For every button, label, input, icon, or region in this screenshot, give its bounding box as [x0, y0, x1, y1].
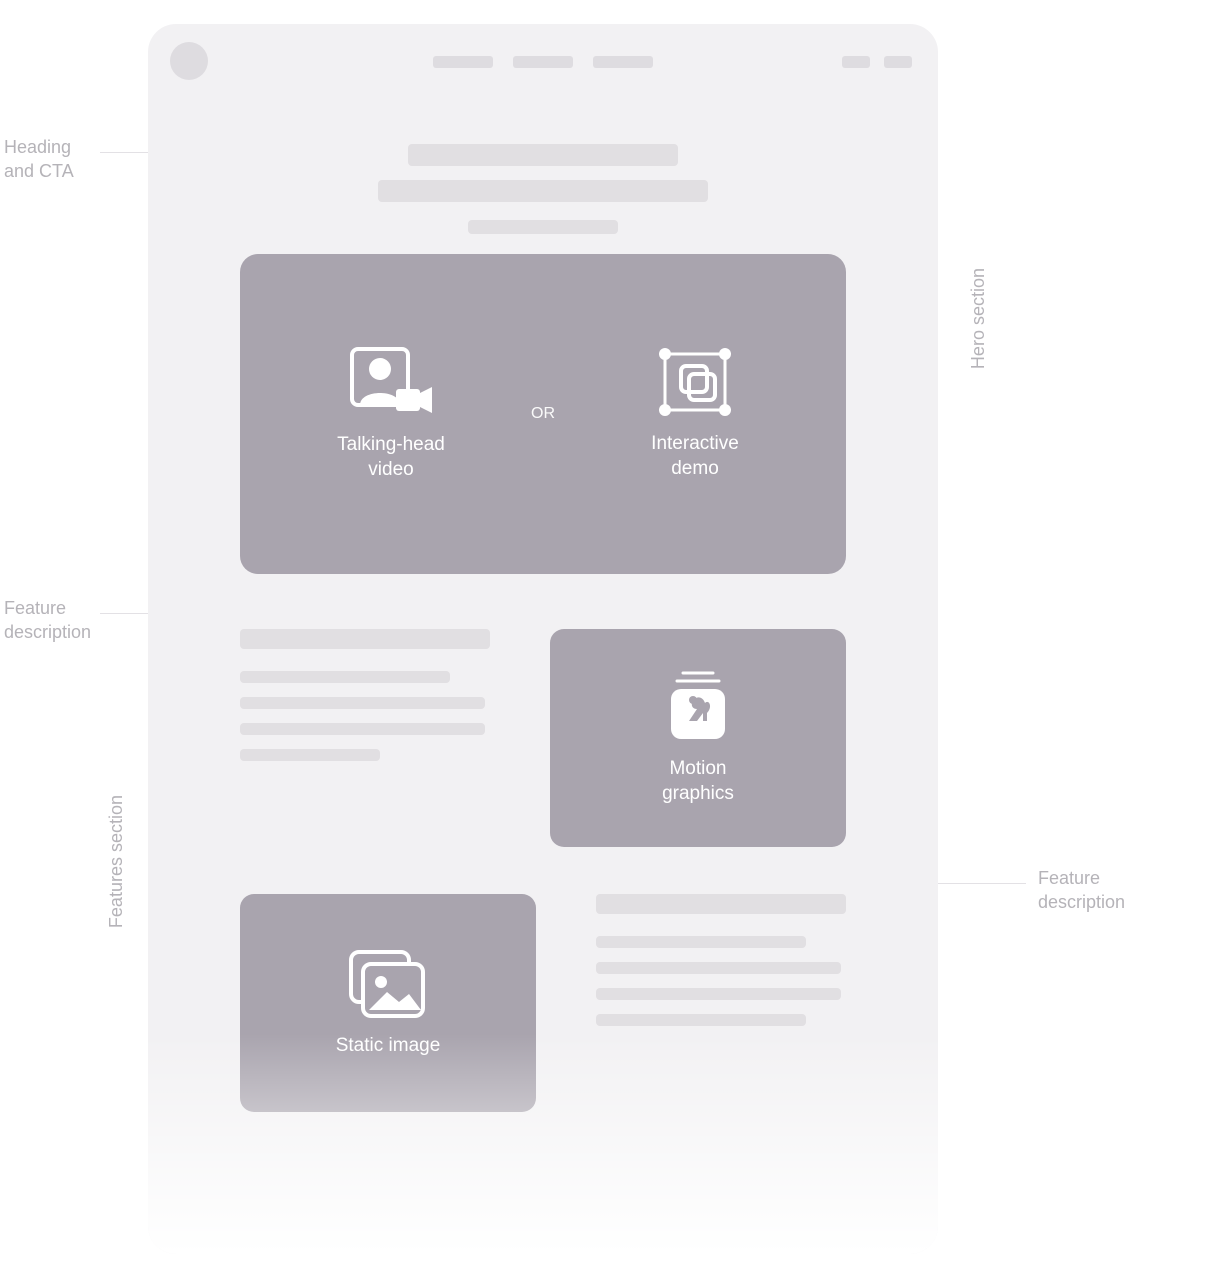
wireframe-canvas: Talking-head video OR Interactive demo: [148, 24, 938, 1254]
feature-row-1: Motion graphics: [240, 629, 846, 847]
or-separator: OR: [531, 405, 555, 423]
nav-actions-placeholder: [842, 56, 912, 68]
annotation-feature-desc-left: Feature description: [4, 596, 91, 645]
hero-option-label: Interactive demo: [651, 432, 739, 481]
feature-media-label: Static image: [336, 1034, 441, 1059]
feature-media-motion-graphics: Motion graphics: [550, 629, 846, 847]
nav-bar: [148, 24, 938, 114]
hero-media-block: Talking-head video OR Interactive demo: [240, 254, 846, 574]
annotation-hero-section: Hero section: [966, 268, 990, 369]
interactive-demo-icon: [655, 346, 735, 418]
nav-links-placeholder: [433, 56, 653, 68]
logo-placeholder: [170, 42, 208, 80]
annotation-heading-cta: Heading and CTA: [4, 135, 74, 184]
feature-media-label: Motion graphics: [662, 757, 734, 806]
static-image-icon: [345, 948, 431, 1022]
annotation-feature-desc-right: Feature description: [1038, 866, 1125, 915]
feature-row-2: Static image: [240, 894, 846, 1112]
hero-option-talking-head: Talking-head video: [301, 345, 481, 482]
feature-media-static-image: Static image: [240, 894, 536, 1112]
motion-graphics-icon: [663, 669, 733, 745]
talking-head-video-icon: [348, 345, 434, 419]
heading-cta-block: [378, 144, 708, 234]
hero-option-interactive-demo: Interactive demo: [605, 346, 785, 481]
annotation-features-section: Features section: [104, 795, 128, 928]
feature-text-right: [596, 894, 846, 1026]
hero-option-label: Talking-head video: [337, 433, 445, 482]
feature-text-left: [240, 629, 490, 761]
